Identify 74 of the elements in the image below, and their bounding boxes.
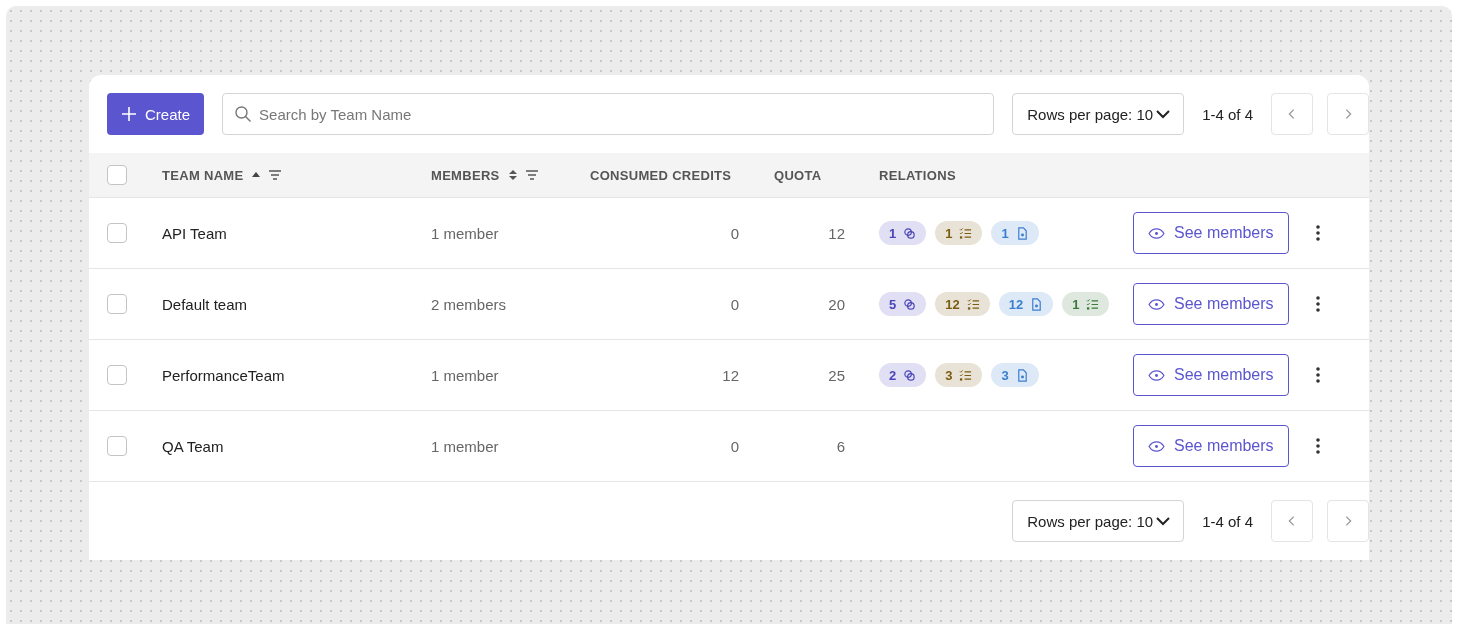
checklist-icon	[1086, 297, 1100, 311]
create-button[interactable]: Create	[107, 93, 205, 135]
link-icon	[903, 368, 917, 382]
team-name: QA Team	[162, 437, 224, 455]
column-header: RELATIONS	[879, 167, 956, 183]
relation-badge: 5	[879, 292, 927, 316]
relation-badge: 12	[998, 292, 1054, 316]
relation-badge: 3	[991, 363, 1039, 387]
see-members-button[interactable]: See members	[1133, 283, 1289, 325]
link-icon	[903, 297, 917, 311]
relation-badge: 1	[935, 221, 983, 245]
column-header: MEMBERS	[431, 167, 500, 183]
quota-value: 20	[828, 295, 845, 313]
team-name: API Team	[162, 224, 227, 242]
checklist-icon	[959, 226, 973, 240]
document-icon	[1030, 297, 1044, 311]
select-all-checkbox[interactable]	[107, 165, 127, 185]
see-members-button[interactable]: See members	[1133, 354, 1289, 396]
row-checkbox[interactable]	[107, 365, 127, 385]
more-options-icon[interactable]	[1316, 296, 1320, 312]
next-page-button[interactable]	[1327, 93, 1369, 135]
row-checkbox[interactable]	[107, 223, 127, 243]
checklist-icon	[966, 297, 980, 311]
quota-value: 12	[828, 224, 845, 242]
eye-icon	[1148, 226, 1165, 240]
document-icon	[1015, 368, 1029, 382]
column-header: QUOTA	[774, 167, 822, 183]
eye-icon	[1148, 297, 1165, 311]
previous-page-button[interactable]	[1271, 500, 1313, 542]
column-header: TEAM NAME	[162, 167, 244, 183]
previous-page-button[interactable]	[1271, 93, 1313, 135]
eye-icon	[1148, 439, 1165, 453]
page-range: 1-4 of 4	[1202, 512, 1253, 530]
consumed-credits: 12	[722, 366, 739, 384]
relation-badge: 1	[991, 221, 1039, 245]
quota-value: 6	[836, 437, 845, 455]
member-count: 1 member	[431, 437, 499, 455]
document-icon	[1015, 226, 1029, 240]
relation-badge: 12	[935, 292, 990, 316]
filter-icon[interactable]	[525, 170, 538, 180]
row-checkbox[interactable]	[107, 436, 127, 456]
team-name: Default team	[162, 295, 248, 313]
see-members-button[interactable]: See members	[1133, 212, 1289, 254]
quota-value: 25	[828, 366, 845, 384]
consumed-credits: 0	[730, 224, 739, 242]
consumed-credits: 0	[730, 437, 739, 455]
consumed-credits: 0	[730, 295, 739, 313]
search-icon	[234, 105, 253, 123]
sort-icon[interactable]	[507, 169, 518, 181]
eye-icon	[1148, 368, 1165, 382]
rows-per-page-dropdown[interactable]: Rows per page: 10	[1012, 500, 1185, 542]
relation-badge: 1	[1062, 292, 1110, 316]
see-members-button[interactable]: See members	[1133, 425, 1289, 467]
filter-icon[interactable]	[269, 170, 282, 180]
relation-badge: 3	[935, 363, 983, 387]
link-icon	[903, 226, 917, 240]
rows-per-page-dropdown[interactable]: Rows per page: 10	[1012, 93, 1185, 135]
search-field[interactable]: Search by Team Name	[222, 93, 995, 135]
team-name: PerformanceTeam	[162, 366, 285, 384]
member-count: 2 members	[431, 295, 507, 313]
page-range: 1-4 of 4	[1202, 105, 1253, 123]
next-page-button[interactable]	[1327, 500, 1369, 542]
sort-ascending-icon[interactable]	[251, 170, 262, 180]
member-count: 1 member	[431, 224, 499, 242]
more-options-icon[interactable]	[1316, 438, 1320, 454]
relation-badge: 1	[879, 221, 927, 245]
member-count: 1 member	[431, 366, 499, 384]
relation-badge: 2	[879, 363, 927, 387]
plus-icon	[121, 106, 137, 122]
more-options-icon[interactable]	[1316, 367, 1320, 383]
more-options-icon[interactable]	[1316, 225, 1320, 241]
row-checkbox[interactable]	[107, 294, 127, 314]
column-header: CONSUMED CREDITS	[590, 167, 732, 183]
checklist-icon	[959, 368, 973, 382]
